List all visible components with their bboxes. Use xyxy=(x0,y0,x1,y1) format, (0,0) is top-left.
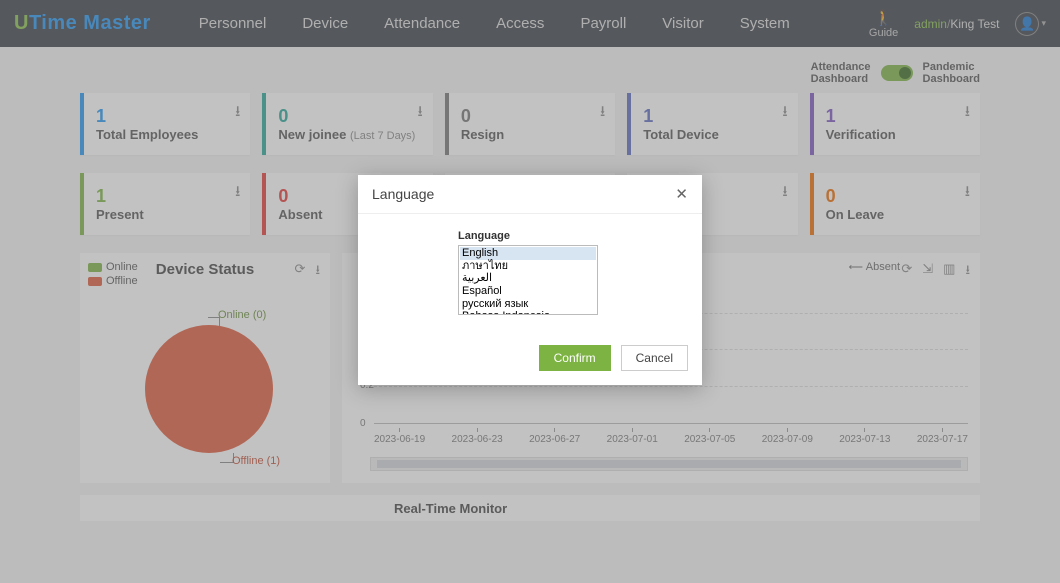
language-field-label: Language xyxy=(458,230,688,242)
language-option[interactable]: English xyxy=(460,247,596,260)
close-icon[interactable]: ✕ xyxy=(675,185,688,203)
modal-header: Language ✕ xyxy=(358,175,702,214)
cancel-button[interactable]: Cancel xyxy=(621,345,688,371)
modal-body: Language EnglishภาษาไทยالعربيةEspañolрус… xyxy=(358,214,702,335)
language-option[interactable]: Español xyxy=(460,285,596,298)
modal-overlay: Language ✕ Language Englishภาษาไทยالعربي… xyxy=(0,0,1060,583)
language-select[interactable]: EnglishภาษาไทยالعربيةEspañolрусский язык… xyxy=(458,245,598,315)
modal-footer: Confirm Cancel xyxy=(358,335,702,385)
language-option[interactable]: العربية xyxy=(460,272,596,285)
language-option[interactable]: Bahasa Indonesia xyxy=(460,310,596,315)
language-option[interactable]: русский язык xyxy=(460,298,596,311)
confirm-button[interactable]: Confirm xyxy=(539,345,611,371)
language-option[interactable]: ภาษาไทย xyxy=(460,260,596,273)
language-modal: Language ✕ Language Englishภาษาไทยالعربي… xyxy=(358,175,702,385)
modal-title: Language xyxy=(372,186,434,202)
